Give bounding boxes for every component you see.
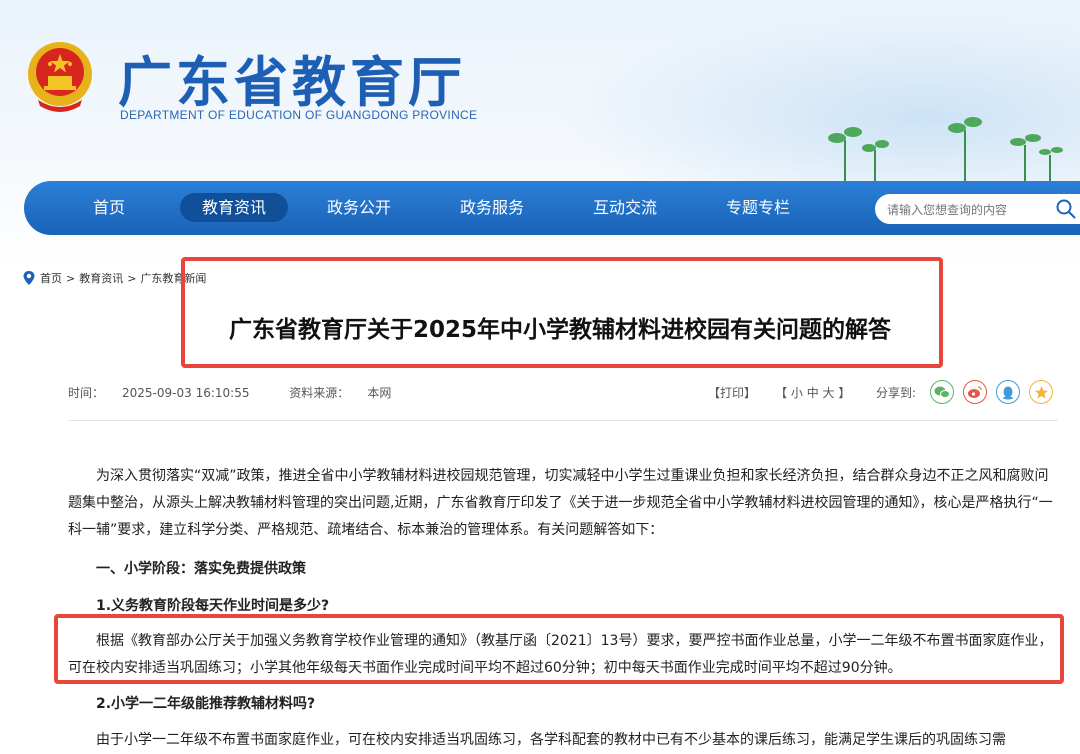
article-tools: 【打印】 【 小 中 大 】 — [708, 384, 850, 401]
section-heading-1: 一、小学阶段：落实免费提供政策 — [96, 561, 306, 577]
time-label: 时间： — [68, 386, 105, 400]
source-label: 资料来源： — [289, 386, 350, 400]
divider — [68, 420, 1058, 421]
site-subtitle: DEPARTMENT OF EDUCATION OF GUANGDONG PRO… — [120, 108, 478, 122]
search-box — [875, 194, 1080, 226]
print-button[interactable]: 【打印】 — [708, 386, 756, 400]
font-size-switch[interactable]: 【 小 中 大 】 — [775, 386, 850, 400]
qzone-icon[interactable] — [1029, 380, 1053, 404]
location-pin-icon — [23, 271, 35, 285]
wechat-icon[interactable] — [930, 380, 954, 404]
weibo-icon[interactable] — [963, 380, 987, 404]
nav-item-news-label: 教育资讯 — [179, 193, 288, 222]
breadcrumb-home[interactable]: 首页 — [40, 270, 62, 286]
nav-item-news[interactable]: 教育资讯 — [179, 181, 289, 235]
nav-item-home[interactable]: 首页 — [69, 181, 149, 235]
breadcrumb-news[interactable]: 教育资讯 — [79, 270, 123, 286]
breadcrumb-separator: > — [127, 271, 137, 285]
question-heading-2: 2.小学一二年级能推荐教辅材料吗? — [96, 696, 316, 712]
breadcrumb-separator: > — [66, 271, 76, 285]
nav-item-gov-service[interactable]: 政务服务 — [447, 181, 537, 235]
article-paragraph-1: 为深入贯彻落实“双减”政策，推进全省中小学教辅材料进校园规范管理，切实减轻中小学… — [68, 468, 1053, 538]
highlight-box-title — [181, 257, 943, 368]
share-label: 分享到: — [876, 386, 917, 400]
publish-time: 2025-09-03 16:10:55 — [122, 386, 250, 400]
site-title: 广东省教育厅 — [118, 51, 466, 114]
search-input[interactable] — [885, 194, 1049, 226]
qq-icon[interactable] — [996, 380, 1020, 404]
nav-item-gov-open[interactable]: 政务公开 — [314, 181, 404, 235]
source-value: 本网 — [367, 386, 392, 400]
breadcrumb: 首页 > 教育资讯 > 广东教育新闻 — [22, 270, 206, 286]
nav-item-special[interactable]: 专题专栏 — [713, 181, 803, 235]
highlight-box-answer — [54, 614, 1064, 684]
national-emblem-icon — [28, 42, 92, 112]
sprouts-decoration-icon — [828, 117, 1063, 190]
search-icon[interactable] — [1055, 198, 1077, 220]
article-meta: 时间： 2025-09-03 16:10:55 资料来源： 本网 — [68, 384, 427, 401]
nav-item-interaction[interactable]: 互动交流 — [580, 181, 670, 235]
